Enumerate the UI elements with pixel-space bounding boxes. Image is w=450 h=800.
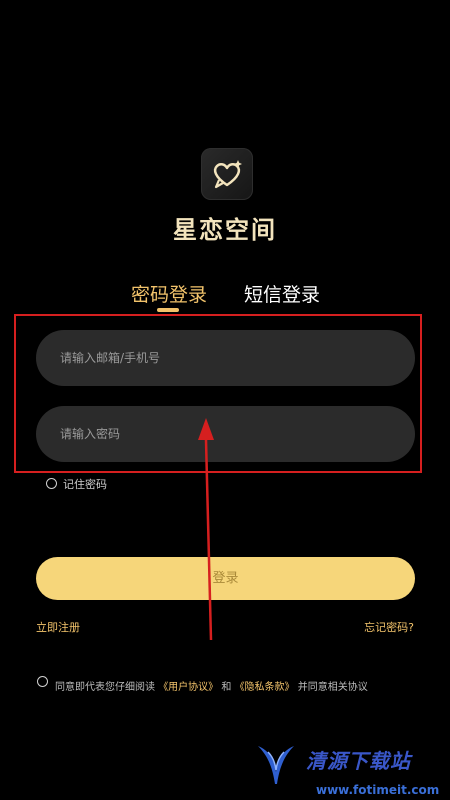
- forgot-password-link[interactable]: 忘记密码?: [364, 619, 414, 635]
- agreement-suffix: 并同意相关协议: [297, 682, 368, 693]
- agreement-radio[interactable]: [37, 676, 48, 687]
- heart-speech-bubble-icon: [213, 160, 242, 189]
- remember-password-label[interactable]: 记住密码: [63, 476, 107, 492]
- app-logo: [201, 148, 253, 200]
- email-phone-input[interactable]: [36, 330, 415, 386]
- agreement-text: 同意即代表您仔细阅读 《用户协议》 和 《隐私条款》 并同意相关协议: [55, 678, 368, 693]
- agreement-prefix: 同意即代表您仔细阅读: [55, 682, 155, 693]
- tab-sms-login[interactable]: 短信登录: [244, 280, 320, 307]
- watermark-url: www.fotimeit.com: [316, 783, 440, 797]
- watermark-logo-icon: [258, 746, 294, 784]
- watermark-title: 清源下载站: [306, 749, 411, 773]
- agreement-and: 和: [221, 682, 232, 693]
- login-button[interactable]: 登录: [36, 557, 415, 600]
- app-title: 星恋空间: [173, 216, 277, 244]
- tab-password-login[interactable]: 密码登录: [131, 280, 207, 307]
- user-agreement-link[interactable]: 《用户协议》: [158, 682, 218, 693]
- register-link[interactable]: 立即注册: [36, 619, 80, 635]
- active-tab-indicator: [157, 308, 179, 312]
- privacy-policy-link[interactable]: 《隐私条款》: [235, 682, 295, 693]
- password-input[interactable]: [36, 406, 415, 462]
- remember-password-radio[interactable]: [46, 478, 57, 489]
